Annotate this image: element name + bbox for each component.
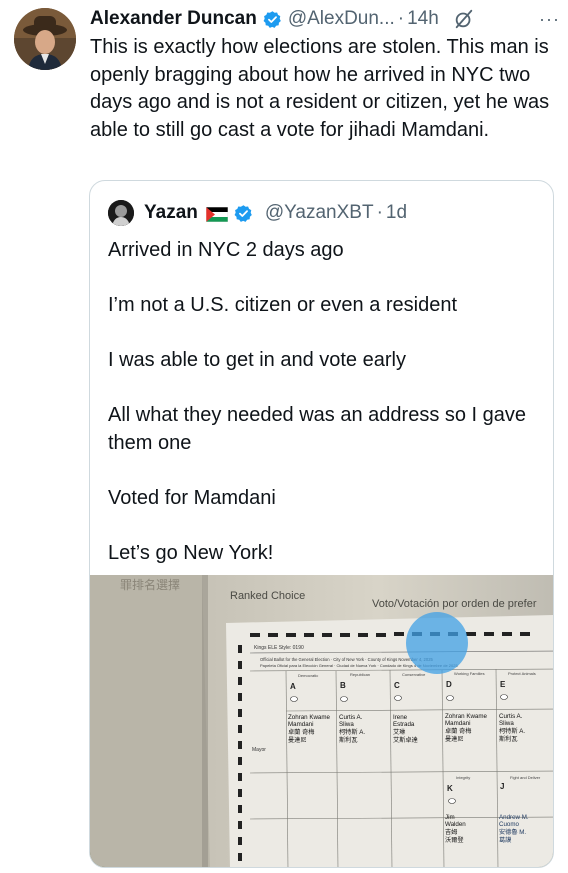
author-handle[interactable]: @AlexDun... xyxy=(288,8,395,30)
candidate-zh-name: 斯利瓦 xyxy=(499,735,518,743)
candidate-first-name: Curtis A. xyxy=(499,713,523,720)
quoted-separator-dot: · xyxy=(376,202,383,223)
quoted-author-handle[interactable]: @YazanXBT xyxy=(265,202,374,224)
party-label: Conservative xyxy=(402,672,426,677)
separator-dot: · xyxy=(397,8,405,29)
author-name[interactable]: Alexander Duncan xyxy=(90,8,257,30)
quoted-paragraph: Voted for Mamdani xyxy=(108,486,276,509)
candidate-zh-name: 柯特斯 A. xyxy=(499,727,525,735)
palestine-flag-icon xyxy=(205,206,229,222)
candidate-zh-name: 艾琳 xyxy=(393,728,406,736)
candidate-first-name: Andrew M. xyxy=(499,814,529,821)
mayor-label: Mayor xyxy=(252,747,266,753)
ballot-stamp-text: 罪排名選擇 xyxy=(120,577,180,592)
candidate-zh-name: 吉姆 xyxy=(445,828,457,836)
candidate-last-name: Estrada xyxy=(393,721,415,728)
quoted-tweet[interactable]: Yazan @YazanXBT · 1d Arrived in NYC 2 da… xyxy=(89,180,554,868)
ele-style-text: Kings ELE Style: 0190 xyxy=(254,645,304,651)
row-letter: J xyxy=(500,782,504,791)
candidate-zh-name: 柯特斯 A. xyxy=(339,728,365,736)
candidate-zh-name: 曼達尼 xyxy=(288,736,307,744)
column-letter: B xyxy=(340,681,346,690)
candidate-first-name: Jim xyxy=(445,814,455,821)
candidate-last-name: Mamdani xyxy=(288,721,313,728)
row-letter: K xyxy=(447,784,453,793)
quoted-paragraph: Arrived in NYC 2 days ago xyxy=(108,239,344,261)
candidate-first-name: Zohran Kwame xyxy=(288,714,331,721)
quoted-verified-badge-icon xyxy=(234,204,253,223)
grok-icon[interactable] xyxy=(453,8,475,30)
candidate-last-name: Mamdani xyxy=(445,720,470,727)
tweet-text: This is exactly how elections are stolen… xyxy=(90,36,550,141)
candidate-first-name: Zohran Kwame xyxy=(445,713,488,720)
party-label: Working Families xyxy=(454,671,485,676)
quoted-paragraph: I was able to get in and vote early xyxy=(108,349,406,371)
quoted-paragraph: I’m not a U.S. citizen or even a residen… xyxy=(108,294,458,316)
tweet-header: Alexander Duncan @AlexDun... · 14h ··· xyxy=(90,6,560,32)
candidate-last-name: Sliwa xyxy=(499,720,514,727)
candidate-zh-name: 卓蘭 奇梅 xyxy=(288,728,314,736)
candidate-first-name: Curtis A. xyxy=(339,714,363,721)
ballot-photo[interactable]: 罪排名選擇 Ranked Choice Voto/Votación por or… xyxy=(90,575,553,867)
candidate-last-name: Cuomo xyxy=(499,821,520,828)
column-letter: C xyxy=(394,681,400,690)
candidate-first-name: Irene xyxy=(393,714,408,721)
quoted-text: Arrived in NYC 2 days ago I’m not a U.S.… xyxy=(108,237,528,567)
quoted-author-avatar[interactable] xyxy=(108,200,134,226)
candidate-zh-name: 卓蘭 奇梅 xyxy=(445,727,471,735)
candidate-zh-name: 斯利瓦 xyxy=(339,736,358,744)
quoted-header: Yazan @YazanXBT · 1d xyxy=(108,199,407,227)
ranked-choice-text: Ranked Choice xyxy=(230,590,305,602)
quoted-paragraph: All what they needed was an address so I… xyxy=(108,404,527,454)
column-letter: E xyxy=(500,680,506,689)
column-letter: D xyxy=(446,680,452,689)
quoted-author-name[interactable]: Yazan xyxy=(144,202,198,224)
quoted-paragraph: Let’s go New York! xyxy=(108,541,274,564)
candidate-zh-name: 葛謨 xyxy=(499,836,512,844)
tweet-timestamp[interactable]: 14h xyxy=(407,8,439,30)
voto-text: Voto/Votación por orden de prefer xyxy=(372,598,537,610)
candidate-zh-name: 安德魯 M. xyxy=(499,828,526,836)
integrity-label: Integrity xyxy=(456,775,470,780)
fight-label: Fight and Deliver xyxy=(510,775,541,780)
party-label: Protect Animals xyxy=(508,671,536,676)
candidate-zh-name: 沃爾登 xyxy=(445,836,464,844)
candidate-last-name: Walden xyxy=(445,821,466,828)
floating-overlay-circle[interactable] xyxy=(406,612,468,674)
party-label: Republican xyxy=(350,672,370,677)
verified-badge-icon xyxy=(263,10,282,29)
quoted-timestamp[interactable]: 1d xyxy=(386,202,407,224)
candidate-last-name: Sliwa xyxy=(339,721,354,728)
column-letter: A xyxy=(290,682,296,691)
candidate-zh-name: 曼達尼 xyxy=(445,735,464,743)
author-avatar[interactable] xyxy=(14,8,76,70)
official-ballot-line: Official Ballot for the General Election… xyxy=(260,657,434,662)
party-label: Democratic xyxy=(298,673,318,678)
more-options-icon[interactable]: ··· xyxy=(539,9,560,30)
candidate-zh-name: 艾斯卓達 xyxy=(393,736,418,744)
